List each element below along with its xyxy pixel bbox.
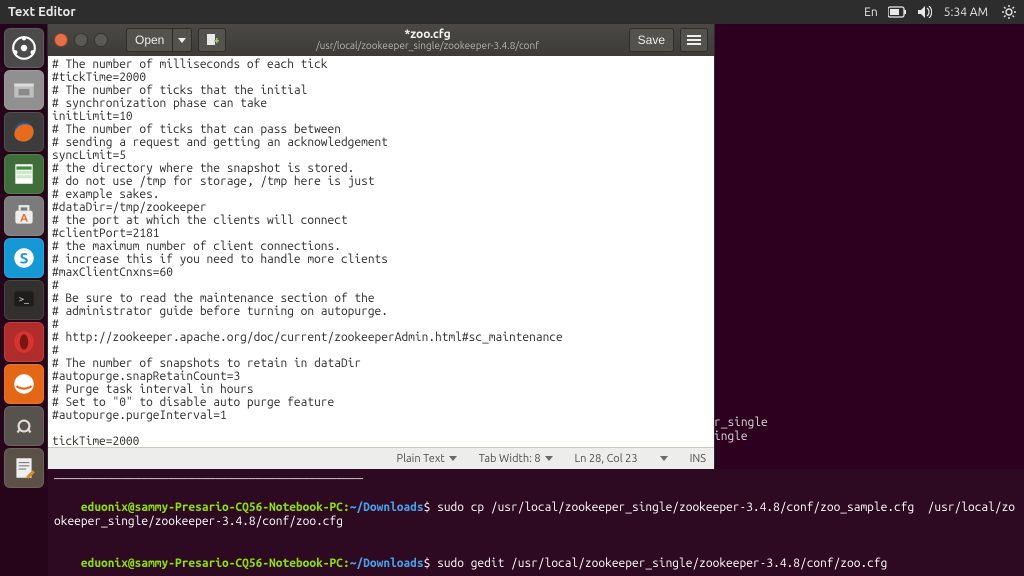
open-button[interactable]: Open — [126, 28, 173, 52]
dash-icon[interactable] — [4, 28, 44, 68]
save-button[interactable]: Save — [629, 28, 674, 52]
sound-icon[interactable] — [918, 6, 932, 18]
insert-mode: INS — [690, 453, 706, 465]
terminal-window[interactable]: ────────────────────────────────────────… — [48, 469, 1024, 576]
terminal-line: eduonix@sammy-Presario-CQ56-Notebook-PC:… — [54, 487, 1018, 543]
minimize-icon[interactable] — [74, 33, 88, 47]
opera-icon[interactable] — [4, 322, 44, 362]
files-icon[interactable] — [4, 70, 44, 110]
document-new-icon — [205, 33, 219, 47]
editor-area[interactable]: # The number of milliseconds of each tic… — [48, 56, 714, 447]
svg-text:A: A — [20, 212, 28, 224]
gedit-statusbar: Plain Text Tab Width: 8 Ln 28, Col 23 IN… — [48, 447, 714, 469]
skype-icon[interactable]: S — [4, 238, 44, 278]
hamburger-icon — [687, 34, 701, 46]
chevron-down-icon — [660, 456, 668, 461]
firefox-icon[interactable] — [4, 112, 44, 152]
gedit-titlebar: Open *zoo.cfg /usr/local/zookeeper_singl… — [48, 24, 714, 56]
settings-icon[interactable] — [4, 406, 44, 446]
status-extra-dropdown[interactable] — [660, 456, 668, 461]
svg-text:>_: >_ — [19, 293, 29, 304]
background-window-text: r_single ingle — [714, 416, 768, 444]
chevron-down-icon — [545, 456, 553, 461]
clock[interactable]: 5:34 AM — [944, 6, 988, 19]
hamburger-menu-button[interactable] — [680, 28, 708, 52]
amazon-icon[interactable] — [4, 364, 44, 404]
unity-launcher: A S >_ — [0, 24, 48, 576]
app-title: Text Editor — [8, 5, 76, 19]
gedit-window: Open *zoo.cfg /usr/local/zookeeper_singl… — [48, 24, 714, 469]
cursor-position: Ln 28, Col 23 — [575, 453, 638, 465]
editor-content[interactable]: # The number of milliseconds of each tic… — [48, 56, 714, 447]
document-path: /usr/local/zookeeper_single/zookeeper-3.… — [316, 41, 539, 51]
close-icon[interactable] — [54, 33, 68, 47]
open-dropdown[interactable] — [172, 28, 192, 52]
chevron-down-icon — [178, 38, 186, 43]
text-editor-icon[interactable] — [4, 448, 44, 488]
chevron-down-icon — [449, 456, 457, 461]
libreoffice-calc-icon[interactable] — [4, 154, 44, 194]
keyboard-indicator[interactable]: En — [864, 6, 878, 19]
syntax-selector[interactable]: Plain Text — [397, 453, 457, 465]
tab-width-selector[interactable]: Tab Width: 8 — [479, 453, 553, 465]
gear-icon[interactable] — [1002, 5, 1016, 19]
battery-icon[interactable] — [888, 6, 908, 18]
maximize-icon[interactable] — [94, 33, 108, 47]
software-center-icon[interactable]: A — [4, 196, 44, 236]
svg-text:S: S — [20, 249, 29, 266]
terminal-line: eduonix@sammy-Presario-CQ56-Notebook-PC:… — [54, 543, 1018, 576]
terminal-truncated-line: ────────────────────────────────────────… — [54, 473, 1018, 487]
new-tab-button[interactable] — [198, 28, 226, 52]
top-menubar: Text Editor En 5:34 AM — [0, 0, 1024, 24]
terminal-icon[interactable]: >_ — [4, 280, 44, 320]
